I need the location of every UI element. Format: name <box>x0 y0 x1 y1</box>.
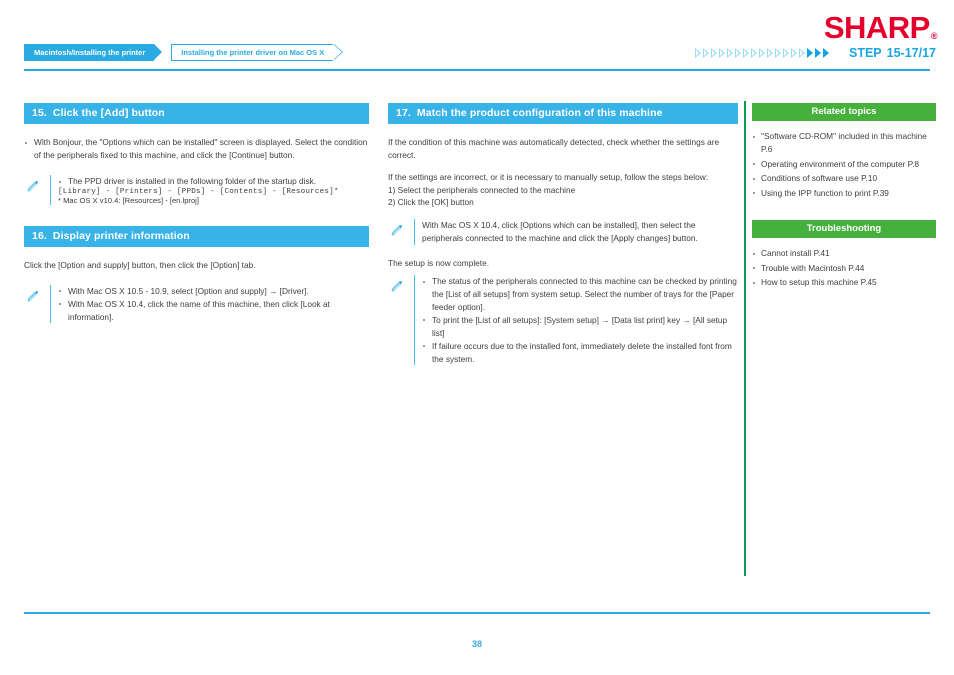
list-item[interactable]: Using the IPP function to print P.39 <box>752 187 936 200</box>
sharp-logo-text: SHARP <box>823 10 931 45</box>
section-number: 16. <box>32 230 47 243</box>
numbered-step-2: 2) Click the [OK] button <box>388 197 474 208</box>
progress-triangle-hollow <box>766 48 773 58</box>
ppd-path-footnote: * Mac OS X v10.4: [Resources] - [en.lpro… <box>58 196 199 206</box>
section-15-note-body: The PPD driver is installed in the follo… <box>58 175 369 205</box>
section-number: 15. <box>32 107 47 119</box>
note-divider-bar <box>414 219 415 246</box>
section-16-note: With Mac OS X 10.5 - 10.9, select [Optio… <box>24 284 369 324</box>
list-item: If failure occurs due to the installed f… <box>422 340 738 366</box>
progress-triangle-hollow <box>694 48 701 58</box>
pencil-icon <box>24 175 50 200</box>
progress-triangle-hollow <box>726 48 733 58</box>
progress-triangle-hollow <box>750 48 757 58</box>
list-item: With Mac OS X 10.5 - 10.9, select [Optio… <box>58 285 369 298</box>
section-17-body: If the condition of this machine was aut… <box>388 136 738 209</box>
note-bullet-list: The PPD driver is installed in the follo… <box>58 175 369 188</box>
progress-triangle-hollow <box>782 48 789 58</box>
progress-triangle-hollow <box>774 48 781 58</box>
step-word: STEP <box>848 46 882 60</box>
list-item[interactable]: How to setup this machine P.45 <box>752 276 936 289</box>
pencil-icon <box>388 275 414 300</box>
section-header-15: 15. Click the [Add] button <box>24 103 369 124</box>
step-value: 15-17/17 <box>886 46 936 60</box>
section-15-bullet-list: With Bonjour, the "Options which can be … <box>24 136 369 162</box>
paragraph: The setup is now complete. <box>388 258 489 269</box>
step-progress: STEP 15-17/17 <box>694 44 936 62</box>
note-bullet-list: The status of the peripherals connected … <box>422 275 738 365</box>
step-indicator: STEP 15-17/17 <box>849 46 936 60</box>
section-title: Display printer information <box>52 230 190 243</box>
section-header-17: 17. Match the product configuration of th… <box>388 103 738 124</box>
left-column: 15. Click the [Add] button With Bonjour, … <box>24 103 369 324</box>
section-17-note-1-body: With Mac OS X 10.4, click [Options which… <box>422 219 738 245</box>
note-bullet-list: With Mac OS X 10.5 - 10.9, select [Optio… <box>58 285 369 324</box>
progress-triangle-solid <box>814 48 821 58</box>
pencil-icon <box>24 285 50 310</box>
progress-triangle-solid <box>806 48 813 58</box>
troubleshooting-header: Troubleshooting <box>752 220 936 239</box>
section-17-note-1: With Mac OS X 10.4, click [Options which… <box>388 219 738 246</box>
troubleshooting-list: Cannot install P.41 Trouble with Macinto… <box>752 247 936 289</box>
breadcrumb: Macintosh/Installing the printer Install… <box>24 44 344 61</box>
ppd-path-line: [Library] - [Printers] - [PPDs] - [Conte… <box>58 188 339 197</box>
progress-triangle-hollow <box>718 48 725 58</box>
section-header-16: 16. Display printer information <box>24 226 369 248</box>
list-item[interactable]: "Software CD-ROM" included in this machi… <box>752 130 936 157</box>
header-divider <box>24 69 930 71</box>
section-16-note-body: With Mac OS X 10.5 - 10.9, select [Optio… <box>58 285 369 324</box>
section-15-body: With Bonjour, the "Options which can be … <box>24 136 369 162</box>
progress-triangle-hollow <box>798 48 805 58</box>
list-item: With Mac OS X 10.4, click the name of th… <box>58 298 369 324</box>
step-progress-triangles <box>694 48 831 58</box>
list-item: To print the [List of all setups]: [Syst… <box>422 314 738 340</box>
paragraph: If the settings are incorrect, or it is … <box>388 171 709 182</box>
page-number: 38 <box>471 639 482 649</box>
progress-triangle-hollow <box>742 48 749 58</box>
list-item[interactable]: Cannot install P.41 <box>752 247 936 260</box>
pencil-icon <box>388 219 414 244</box>
progress-triangle-solid <box>822 48 829 58</box>
progress-triangle-hollow <box>790 48 797 58</box>
progress-triangle-hollow <box>702 48 709 58</box>
related-topics-list: "Software CD-ROM" included in this machi… <box>752 130 936 200</box>
section-number: 17. <box>396 107 411 119</box>
list-item: The status of the peripherals connected … <box>422 275 738 314</box>
section-16-body: Click the [Option and supply] button, th… <box>24 259 369 272</box>
section-title: Match the product configuration of this … <box>416 107 663 119</box>
list-item[interactable]: Conditions of software use P.10 <box>752 172 936 185</box>
sharp-logo: SHARP® <box>823 10 938 45</box>
middle-column: 17. Match the product configuration of th… <box>388 103 738 366</box>
numbered-step-1: 1) Select the peripherals connected to t… <box>388 184 576 195</box>
list-item[interactable]: Trouble with Macintosh P.44 <box>752 262 936 275</box>
breadcrumb-item-section[interactable]: Macintosh/Installing the printer <box>24 44 163 61</box>
related-topics-header: Related topics <box>752 103 936 121</box>
paragraph: If the condition of this machine was aut… <box>388 137 720 160</box>
progress-triangle-hollow <box>710 48 717 58</box>
breadcrumb-item-topic[interactable]: Installing the printer driver on Mac OS … <box>171 44 344 61</box>
column-divider <box>744 101 746 576</box>
note-divider-bar <box>414 275 415 366</box>
page-header: SHARP® Macintosh/Installing the printer … <box>0 0 954 72</box>
section-17-note-2-body: The status of the peripherals connected … <box>422 275 738 365</box>
progress-triangle-hollow <box>758 48 765 58</box>
list-item: The PPD driver is installed in the follo… <box>58 175 369 188</box>
paragraph: Click the [Option and supply] button, th… <box>24 260 256 271</box>
registered-trademark-icon: ® <box>930 31 938 41</box>
list-item: With Bonjour, the "Options which can be … <box>24 136 369 162</box>
right-column: Related topics "Software CD-ROM" include… <box>752 103 936 291</box>
footer-divider <box>24 612 930 614</box>
note-divider-bar <box>50 284 51 324</box>
section-title: Click the [Add] button <box>52 107 165 119</box>
progress-triangle-hollow <box>734 48 741 58</box>
note-divider-bar <box>50 175 51 206</box>
section-15-note: The PPD driver is installed in the follo… <box>24 175 369 206</box>
list-item[interactable]: Operating environment of the computer P.… <box>752 158 936 171</box>
section-17-closing: The setup is now complete. <box>388 257 738 270</box>
section-17-note-2: The status of the peripherals connected … <box>388 275 738 366</box>
note-text: With Mac OS X 10.4, click [Options which… <box>422 220 698 244</box>
